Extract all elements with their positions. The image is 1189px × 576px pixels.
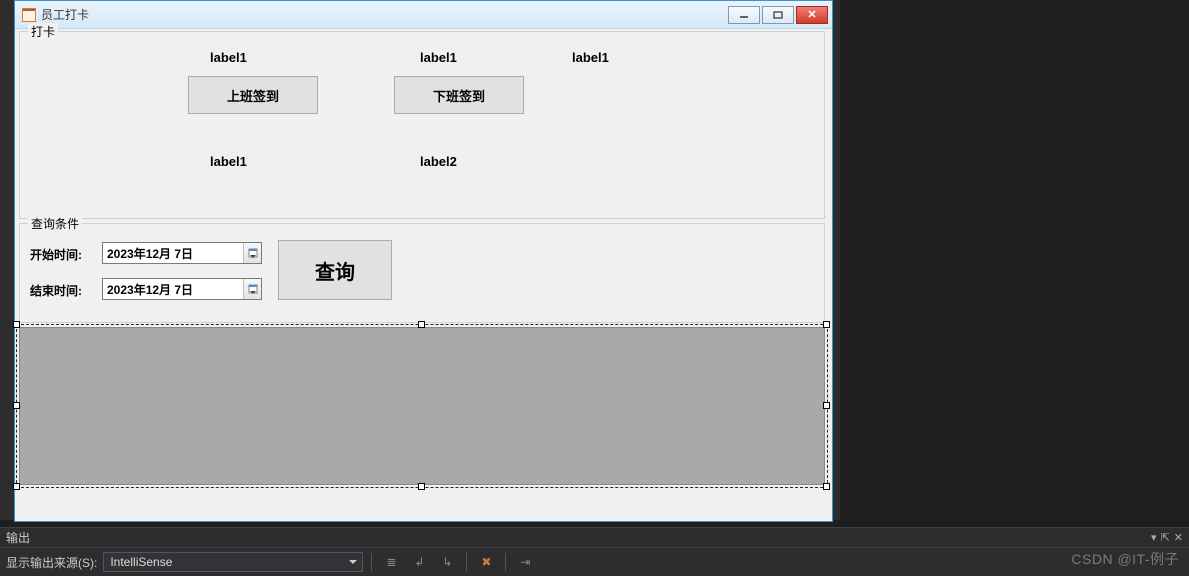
start-time-label: 开始时间: [30,246,82,263]
toolbar-btn-1[interactable]: ≣ [380,552,402,572]
titlebar[interactable]: 员工打卡 ✕ [15,1,832,29]
window-menu-icon[interactable]: ▾ [1151,531,1157,544]
resize-handle[interactable] [418,483,425,490]
form-title: 员工打卡 [41,6,728,23]
sign-in-button[interactable]: 上班签到 [188,76,318,114]
label-top-1: label1 [210,50,247,65]
output-source-combo[interactable]: IntelliSense [103,552,363,572]
start-date-picker[interactable]: 2023年12月 7日 [102,242,262,264]
groupbox-punch-legend: 打卡 [28,23,58,40]
resize-handle[interactable] [823,483,830,490]
toolbar-separator [505,553,506,571]
resize-handle[interactable] [823,402,830,409]
output-toolbar: 显示输出来源(S): IntelliSense ≣ ↲ ↳ ✖ ⇥ [0,548,1189,576]
label-top-3: label1 [572,50,609,65]
pin-icon[interactable]: ⇱ [1161,531,1170,544]
output-source-label: 显示输出来源(S): [6,554,97,571]
form-client-area: 打卡 label1 label1 label1 上班签到 下班签到 label1… [15,29,832,521]
winform-window: 员工打卡 ✕ 打卡 label1 label1 label1 上班签到 下班签到… [14,0,833,522]
output-panel-header[interactable]: 输出 ▾ ⇱ ✕ [0,528,1189,548]
resize-handle[interactable] [418,321,425,328]
start-date-value: 2023年12月 7日 [103,245,243,262]
selection-outline [16,324,828,488]
sign-out-button-label: 下班签到 [433,86,485,105]
toolbar-btn-2[interactable]: ↲ [408,552,430,572]
label-top-2: label1 [420,50,457,65]
groupbox-query-legend: 查询条件 [28,215,82,232]
end-date-picker[interactable]: 2023年12月 7日 [102,278,262,300]
form-icon [21,7,37,23]
resize-handle[interactable] [13,402,20,409]
label-bottom-1: label1 [210,154,247,169]
groupbox-query: 查询条件 开始时间: 2023年12月 7日 结束时间: 2023年12月 7日 [19,223,825,323]
designer-surface: 员工打卡 ✕ 打卡 label1 label1 label1 上班签到 下班签到… [0,0,840,520]
sign-out-button[interactable]: 下班签到 [394,76,524,114]
sign-in-button-label: 上班签到 [227,86,279,105]
output-panel: 输出 ▾ ⇱ ✕ 显示输出来源(S): IntelliSense ≣ ↲ ↳ ✖… [0,527,1189,575]
label-bottom-2: label2 [420,154,457,169]
close-button[interactable]: ✕ [796,6,828,24]
toolbar-separator [466,553,467,571]
end-date-value: 2023年12月 7日 [103,281,243,298]
minimize-button[interactable] [728,6,760,24]
resize-handle[interactable] [13,321,20,328]
toolbar-separator [371,553,372,571]
dropdown-icon[interactable] [243,279,261,299]
maximize-button[interactable] [762,6,794,24]
query-button-label: 查询 [315,256,355,285]
output-source-value: IntelliSense [110,555,172,569]
output-panel-title: 输出 [6,529,30,546]
query-button[interactable]: 查询 [278,240,392,300]
groupbox-punch: 打卡 label1 label1 label1 上班签到 下班签到 label1… [19,31,825,219]
resize-handle[interactable] [13,483,20,490]
toggle-wrap-icon[interactable]: ⇥ [514,552,536,572]
close-panel-icon[interactable]: ✕ [1174,531,1183,544]
end-time-label: 结束时间: [30,282,82,299]
dropdown-icon[interactable] [243,243,261,263]
resize-handle[interactable] [823,321,830,328]
toolbar-btn-3[interactable]: ↳ [436,552,458,572]
clear-all-icon[interactable]: ✖ [475,552,497,572]
